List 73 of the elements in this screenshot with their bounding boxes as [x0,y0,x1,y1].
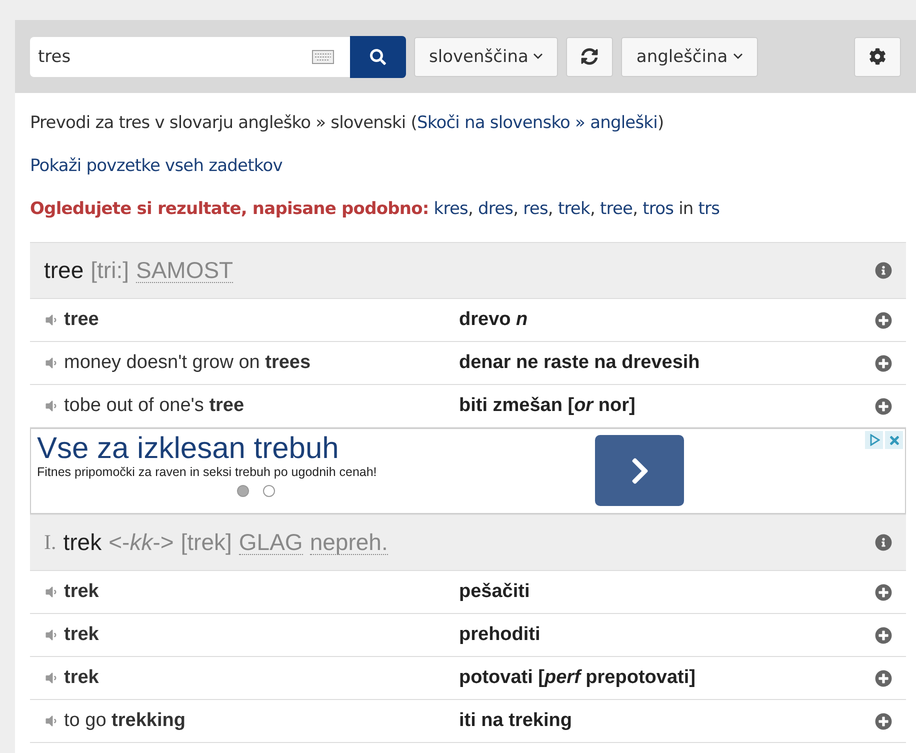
suggestion-link[interactable]: trek [558,199,590,219]
add-icon[interactable] [875,312,892,328]
translation: iti na treking [459,710,572,732]
settings-button[interactable] [854,36,901,76]
suggestion-link[interactable]: kres [434,199,468,219]
speaker-icon[interactable] [44,313,58,327]
chevron-down-icon [533,53,544,60]
translation: biti zmešan [or nor] [459,395,636,417]
search-field[interactable]: tres [30,36,350,76]
speaker-icon[interactable] [44,714,58,728]
pronunciation: [tri:] [90,257,129,284]
add-icon[interactable] [875,626,892,644]
intro-text: Prevodi za tres v slovarju angleško » slovenski ( [30,113,417,133]
suggestion-link[interactable]: res [523,199,548,219]
inflection: <-kk-> [108,529,174,556]
separator: , [513,199,518,219]
suggestion-label: Ogledujete si rezultate, napisane podobno: [30,199,429,219]
chevron-down-icon [732,53,743,60]
intro-text: ) [657,113,664,133]
language-dropdown[interactable]: angleščina [621,36,758,76]
speaker-icon[interactable] [44,356,58,370]
suggestion-link[interactable]: trs [698,199,720,219]
ad-info-icon[interactable] [865,431,883,449]
separator: , [548,199,553,219]
speaker-icon[interactable] [44,628,58,642]
separator: , [468,199,473,219]
add-icon[interactable] [875,354,892,372]
translation: drevo n [459,309,528,331]
pronunciation: [trek] [180,529,232,556]
search-button[interactable] [350,36,406,78]
source-phrase: tobe out of one's tree [64,395,244,417]
source-phrase: money doesn't grow on trees [64,352,311,374]
source-phrase: to go trekking [64,710,186,732]
keyboard-icon[interactable] [312,50,334,64]
suggestion-link[interactable]: tros [642,199,674,219]
language-dropdown[interactable]: slovenščina [414,36,558,76]
conjunction: in [678,199,694,219]
source-phrase: trek [64,667,99,689]
separator: , [632,199,638,219]
carousel-dot[interactable] [263,485,275,497]
info-icon[interactable] [875,262,892,279]
ad-next-button[interactable] [595,435,684,506]
translation: prehoditi [459,624,540,646]
add-icon[interactable] [875,398,892,414]
search-icon [370,48,386,64]
speaker-icon[interactable] [44,399,58,413]
carousel-dot[interactable] [237,485,249,497]
switch-direction-link[interactable]: Skoči na slovensko » angleški [416,113,658,133]
headword: tree [44,257,84,284]
settings-icon [869,48,886,65]
speaker-icon[interactable] [44,671,58,685]
source-phrase: trek [64,624,99,646]
add-icon[interactable] [875,670,892,686]
translation: pešačiti [459,581,530,603]
separator: , [590,199,595,219]
summary-link[interactable]: Pokaži povzetke vseh zadetkov [30,156,282,176]
headword: trek [63,529,102,556]
suggestion-link[interactable]: dres [478,199,514,219]
close-icon[interactable] [885,431,903,449]
suggestion-link[interactable]: tree [600,199,633,219]
add-icon[interactable] [875,584,892,600]
entry-numeral: I. [44,530,56,555]
swap-icon [581,48,598,65]
translation: potovati [perf prepotovati] [459,667,696,689]
info-icon[interactable] [875,534,892,551]
add-icon[interactable] [875,712,892,730]
ad-text: Fitnes pripomočki za raven in seksi trebuh po ugodnih cenah! [37,465,378,479]
ad-title[interactable]: Vse za izklesan trebuh [37,433,587,465]
source-phrase: trek [64,581,99,603]
swap-button[interactable] [566,36,614,76]
source-phrase: tree [64,309,99,331]
speaker-icon[interactable] [44,585,58,599]
translation: denar ne raste na drevesih [459,352,700,374]
